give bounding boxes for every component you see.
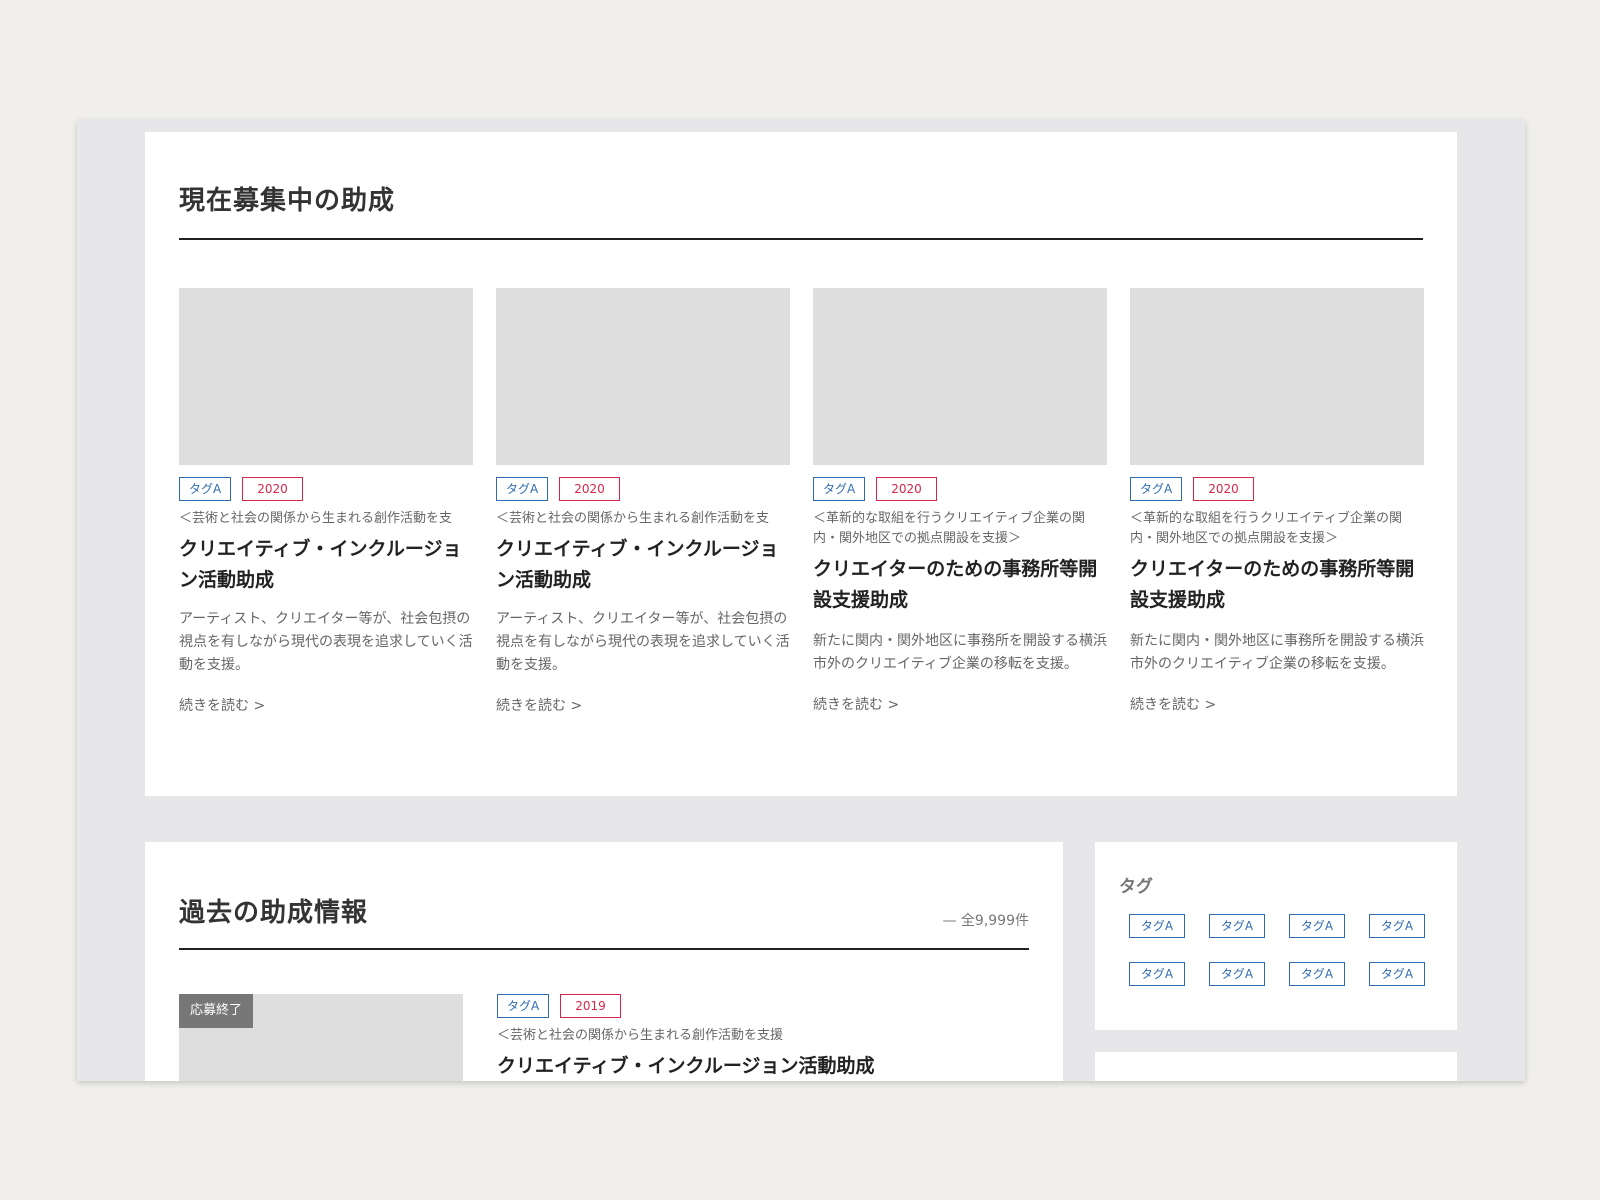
card-thumbnail[interactable] [496, 288, 790, 465]
grant-card-list: タグA 2020 ＜芸術と社会の関係から生まれる創作活動を支 クリエイティブ・イ… [179, 288, 1424, 715]
card-title[interactable]: クリエイターのための事務所等開設支援助成 [1130, 554, 1424, 616]
past-grants-panel: 過去の助成情報 — 全9,999件 応募終了 タグA 2019 ＜芸術と社会の関… [145, 842, 1063, 1081]
closed-badge: 応募終了 [179, 994, 253, 1028]
tag-badge[interactable]: タグA [813, 477, 866, 501]
sidebar-next-panel [1095, 1052, 1457, 1081]
grant-card[interactable]: タグA 2020 ＜芸術と社会の関係から生まれる創作活動を支 クリエイティブ・イ… [179, 288, 473, 715]
card-subtitle: ＜革新的な取組を行うクリエイティブ企業の関内・関外地区での拠点開設を支援＞ [813, 511, 1085, 546]
card-thumbnail[interactable] [179, 288, 473, 465]
year-badge[interactable]: 2019 [560, 994, 621, 1018]
year-badge[interactable]: 2020 [242, 477, 303, 501]
past-item-body: タグA 2019 ＜芸術と社会の関係から生まれる創作活動を支援 クリエイティブ・… [497, 994, 1037, 1081]
sidebar-tag[interactable]: タグA [1209, 914, 1265, 938]
tag-badge[interactable]: タグA [179, 477, 232, 501]
past-item-title[interactable]: クリエイティブ・インクルージョン活動助成 [497, 1051, 1037, 1081]
read-more-link[interactable]: 続きを読む > [496, 695, 790, 715]
grant-card[interactable]: タグA 2020 ＜革新的な取組を行うクリエイティブ企業の関内・関外地区での拠点… [813, 288, 1107, 715]
card-description: アーティスト、クリエイター等が、社会包摂の視点を有しながら現代の表現を追求してい… [496, 611, 790, 673]
tag-badge[interactable]: タグA [1130, 477, 1183, 501]
year-badge[interactable]: 2020 [559, 477, 620, 501]
sidebar-tag[interactable]: タグA [1369, 914, 1425, 938]
title-divider [179, 238, 1423, 240]
past-item-tags: タグA 2019 [497, 994, 1037, 1018]
result-count: — 全9,999件 [942, 913, 1029, 929]
read-more-link[interactable]: 続きを読む > [1130, 694, 1424, 714]
tag-badge[interactable]: タグA [497, 994, 550, 1018]
card-thumbnail[interactable] [813, 288, 1107, 465]
title-divider [179, 948, 1029, 950]
grant-card[interactable]: タグA 2020 ＜芸術と社会の関係から生まれる創作活動を支 クリエイティブ・イ… [496, 288, 790, 715]
sidebar-tag[interactable]: タグA [1209, 962, 1265, 986]
grant-card[interactable]: タグA 2020 ＜革新的な取組を行うクリエイティブ企業の関内・関外地区での拠点… [1130, 288, 1424, 715]
past-thumbnail[interactable]: 応募終了 [179, 994, 463, 1081]
card-tags: タグA 2020 [496, 477, 790, 501]
card-tags: タグA 2020 [813, 477, 1107, 501]
card-tags: タグA 2020 [179, 477, 473, 501]
tag-badge[interactable]: タグA [496, 477, 549, 501]
year-badge[interactable]: 2020 [1193, 477, 1254, 501]
card-thumbnail[interactable] [1130, 288, 1424, 465]
card-description: 新たに関内・関外地区に事務所を開設する横浜市外のクリエイティブ企業の移転を支援。 [813, 633, 1107, 672]
current-grants-panel: 現在募集中の助成 タグA 2020 ＜芸術と社会の関係から生まれる創作活動を支 … [145, 132, 1457, 796]
current-grants-title: 現在募集中の助成 [179, 186, 396, 216]
card-title[interactable]: クリエイティブ・インクルージョン活動助成 [179, 534, 473, 596]
past-item-subtitle: ＜芸術と社会の関係から生まれる創作活動を支援 [497, 1028, 784, 1043]
card-tags: タグA 2020 [1130, 477, 1424, 501]
read-more-link[interactable]: 続きを読む > [179, 695, 473, 715]
tags-sidebar: タグ タグA タグA タグA タグA タグA タグA タグA タグA [1095, 842, 1457, 1030]
sidebar-tag[interactable]: タグA [1289, 914, 1345, 938]
card-title[interactable]: クリエイティブ・インクルージョン活動助成 [496, 534, 790, 596]
card-title[interactable]: クリエイターのための事務所等開設支援助成 [813, 554, 1107, 616]
read-more-link[interactable]: 続きを読む > [813, 694, 1107, 714]
year-badge[interactable]: 2020 [876, 477, 937, 501]
sidebar-tag[interactable]: タグA [1289, 962, 1345, 986]
past-grants-title: 過去の助成情報 [179, 898, 369, 928]
card-subtitle: ＜革新的な取組を行うクリエイティブ企業の関内・関外地区での拠点開設を支援＞ [1130, 511, 1402, 546]
sidebar-tag[interactable]: タグA [1129, 914, 1185, 938]
tags-heading: タグ [1119, 877, 1153, 897]
browser-frame: 現在募集中の助成 タグA 2020 ＜芸術と社会の関係から生まれる創作活動を支 … [77, 120, 1525, 1081]
tag-cloud: タグA タグA タグA タグA タグA タグA タグA タグA [1129, 914, 1429, 986]
sidebar-tag[interactable]: タグA [1369, 962, 1425, 986]
card-description: アーティスト、クリエイター等が、社会包摂の視点を有しながら現代の表現を追求してい… [179, 611, 473, 673]
sidebar-tag[interactable]: タグA [1129, 962, 1185, 986]
card-subtitle: ＜芸術と社会の関係から生まれる創作活動を支 [179, 511, 453, 526]
card-description: 新たに関内・関外地区に事務所を開設する横浜市外のクリエイティブ企業の移転を支援。 [1130, 633, 1424, 672]
card-subtitle: ＜芸術と社会の関係から生まれる創作活動を支 [496, 511, 770, 526]
